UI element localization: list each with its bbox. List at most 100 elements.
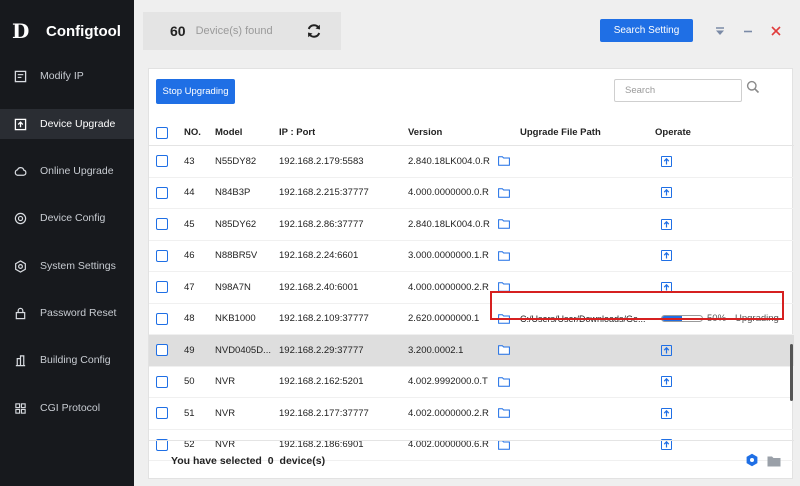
app-title: Configtool — [46, 22, 121, 40]
grid-icon — [0, 402, 40, 415]
sidebar-item-modify-ip[interactable]: Modify IP — [0, 61, 134, 91]
row-model: N98A7N — [215, 281, 251, 293]
building-icon — [0, 354, 40, 367]
search-input[interactable] — [614, 79, 742, 102]
footer: You have selected 0 device(s) — [149, 440, 794, 480]
sidebar-item-label: Building Config — [40, 354, 111, 366]
row-version: 4.000.0000000.0.R — [408, 187, 489, 199]
row-no: 46 — [184, 250, 195, 262]
upload-icon[interactable] — [661, 367, 672, 398]
upgrade-icon — [0, 118, 40, 131]
row-no: 44 — [184, 187, 195, 199]
target-icon — [0, 212, 40, 225]
row-version: 2.620.0000000.1 — [408, 313, 480, 325]
row-no: 47 — [184, 281, 195, 293]
row-model: NVR — [215, 407, 236, 419]
row-no: 50 — [184, 376, 195, 388]
select-all-checkbox[interactable] — [156, 126, 168, 139]
row-model: NVR — [215, 376, 236, 388]
close-icon[interactable] — [767, 19, 785, 42]
row-version: 4.000.0000000.2.R — [408, 281, 489, 293]
table-row[interactable]: 51 NVR 192.168.2.177:37777 4.002.0000000.2.… — [149, 398, 794, 430]
upload-icon[interactable] — [661, 335, 672, 366]
folder-icon[interactable] — [498, 146, 510, 177]
sidebar-item-online-upgrade[interactable]: Online Upgrade — [0, 156, 134, 186]
sidebar-item-device-config[interactable]: Device Config — [0, 203, 134, 233]
row-checkbox[interactable] — [156, 155, 168, 168]
row-model: N84B3P — [215, 187, 251, 199]
sidebar-item-building-config[interactable]: Building Config — [0, 345, 134, 375]
folder-icon[interactable] — [498, 335, 510, 366]
sidebar-item-label: Modify IP — [40, 70, 84, 82]
table-row[interactable]: 45 N85DY62 192.168.2.86:37777 2.840.18LK004… — [149, 209, 794, 241]
row-no: 43 — [184, 155, 195, 167]
sidebar: D Configtool Modify IP Device Upgrade On… — [0, 0, 134, 486]
minimize-icon[interactable] — [739, 19, 757, 42]
folder-icon[interactable] — [498, 178, 510, 209]
selection-count: 0 — [267, 454, 274, 467]
table-row[interactable]: 49 NVD0405D... 192.168.2.29:37777 3.200.000… — [149, 335, 794, 367]
search-setting-button[interactable]: Search Setting — [600, 19, 693, 42]
row-ip-port: 192.168.2.179:5583 — [279, 155, 364, 167]
sidebar-item-cgi-protocol[interactable]: CGI Protocol — [0, 393, 134, 423]
hex-gear-icon — [0, 259, 40, 273]
sidebar-item-label: Password Reset — [40, 307, 117, 319]
row-checkbox[interactable] — [156, 375, 168, 388]
folder-icon[interactable] — [498, 241, 510, 272]
brand: D Configtool — [0, 0, 134, 62]
sidebar-item-label: System Settings — [40, 260, 116, 272]
row-version: 2.840.18LK004.0.R — [408, 155, 490, 167]
sidebar-item-label: Device Config — [40, 212, 106, 224]
row-no: 49 — [184, 344, 195, 356]
row-checkbox[interactable] — [156, 186, 168, 199]
table-row[interactable]: 46 N88BR5V 192.168.2.24:6601 3.000.0000000.… — [149, 241, 794, 272]
table-row[interactable]: 43 N55DY82 192.168.2.179:5583 2.840.18LK004… — [149, 146, 794, 178]
device-count: 60 — [170, 23, 186, 39]
upload-icon[interactable] — [661, 146, 672, 177]
app-logo: D — [12, 19, 30, 43]
row-no: 51 — [184, 407, 195, 419]
row-checkbox[interactable] — [156, 281, 168, 294]
row-checkbox[interactable] — [156, 407, 168, 420]
sidebar-item-label: CGI Protocol — [40, 402, 101, 414]
device-count-label: Device(s) found — [195, 25, 273, 37]
folder-icon[interactable] — [498, 398, 510, 429]
row-ip-port: 192.168.2.29:37777 — [279, 344, 364, 356]
row-model: NVD0405D... — [215, 344, 271, 356]
row-ip-port: 192.168.2.40:6001 — [279, 281, 359, 293]
column-header-no: NO. — [184, 127, 201, 138]
sidebar-item-device-upgrade[interactable]: Device Upgrade — [0, 109, 134, 139]
sidebar-item-system-settings[interactable]: System Settings — [0, 251, 134, 281]
row-version: 3.200.0002.1 — [408, 344, 464, 356]
cloud-icon — [0, 165, 40, 178]
row-ip-port: 192.168.2.177:37777 — [279, 407, 369, 419]
scrollbar[interactable] — [790, 344, 793, 401]
search-icon[interactable] — [746, 80, 760, 94]
table-row[interactable]: 44 N84B3P 192.168.2.215:37777 4.000.0000000… — [149, 178, 794, 209]
table-header: NO. Model IP : Port Version Upgrade File… — [149, 120, 794, 146]
row-checkbox[interactable] — [156, 218, 168, 231]
folder-icon[interactable] — [498, 367, 510, 398]
upload-icon[interactable] — [661, 178, 672, 209]
row-checkbox[interactable] — [156, 312, 168, 325]
table-row[interactable]: 50 NVR 192.168.2.162:5201 4.002.9992000.0.T — [149, 367, 794, 398]
upload-icon[interactable] — [661, 241, 672, 272]
row-checkbox[interactable] — [156, 249, 168, 262]
dropdown-icon[interactable] — [711, 19, 729, 42]
column-header-ip-port: IP : Port — [279, 127, 316, 138]
row-ip-port: 192.168.2.162:5201 — [279, 376, 364, 388]
upload-icon[interactable] — [661, 209, 672, 240]
folder-icon[interactable] — [498, 209, 510, 240]
stop-upgrading-button[interactable]: Stop Upgrading — [156, 79, 235, 104]
row-ip-port: 192.168.2.215:37777 — [279, 187, 369, 199]
sidebar-item-label: Device Upgrade — [40, 118, 116, 130]
row-no: 48 — [184, 313, 195, 325]
sidebar-item-password-reset[interactable]: Password Reset — [0, 298, 134, 328]
row-checkbox[interactable] — [156, 344, 168, 357]
device-count-box: 60 Device(s) found — [143, 12, 341, 50]
selection-summary: You have selected 0 device(s) — [171, 455, 325, 467]
folder-icon[interactable] — [767, 454, 781, 467]
refresh-icon[interactable] — [305, 22, 323, 40]
upload-icon[interactable] — [661, 398, 672, 429]
settings-icon[interactable] — [745, 453, 759, 467]
